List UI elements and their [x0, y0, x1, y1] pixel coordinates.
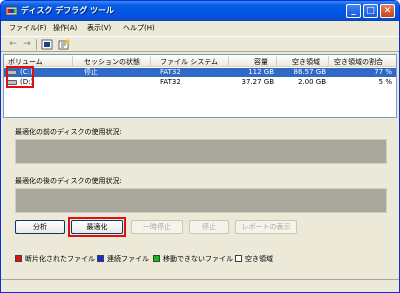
- unmovable-swatch: [153, 255, 160, 262]
- menu-action[interactable]: 操作(A): [53, 23, 77, 33]
- window-title: ディスク デフラグ ツール: [21, 6, 115, 15]
- defrag-highlight-box: [68, 217, 126, 237]
- stop-button[interactable]: 停止: [189, 220, 229, 234]
- column-divider[interactable]: [150, 56, 151, 66]
- legend-item-unmovable: 移動できないファイル: [153, 254, 233, 264]
- volume-free-percent: 5 %: [378, 78, 392, 86]
- menu-file[interactable]: ファイル(F): [9, 23, 47, 33]
- column-session-status[interactable]: セッションの状態: [84, 57, 140, 67]
- legend-item-contiguous: 連続ファイル: [97, 254, 149, 264]
- forward-arrow-icon[interactable]: →: [21, 39, 33, 50]
- column-divider[interactable]: [72, 56, 73, 66]
- volume-list-header: ボリューム セッションの状態 ファイル システム 容量 空き領域 空き領域の割合: [4, 55, 396, 67]
- minimize-button[interactable]: _: [346, 4, 361, 18]
- back-arrow-icon[interactable]: ←: [7, 39, 19, 50]
- legend: 断片化されたファイル 連続ファイル 移動できないファイル 空き領域: [15, 254, 385, 264]
- help-icon[interactable]: [58, 39, 70, 50]
- usage-after-bar: [15, 188, 387, 213]
- status-bar: [1, 279, 399, 292]
- volume-list[interactable]: ボリューム セッションの状態 ファイル システム 容量 空き領域 空き領域の割合…: [3, 54, 397, 118]
- volume-row-c[interactable]: (C:) 停止 FAT32 112 GB 86.57 GB 77 %: [4, 68, 396, 77]
- volume-free-percent: 77 %: [374, 68, 392, 76]
- column-divider[interactable]: [228, 56, 229, 66]
- maximize-button[interactable]: □: [363, 4, 378, 18]
- volume-status: 停止: [84, 68, 98, 76]
- usage-before-bar: [15, 139, 387, 164]
- defrag-app-icon: [5, 6, 18, 16]
- close-icon: ✕: [383, 6, 392, 16]
- column-divider[interactable]: [328, 56, 329, 66]
- column-divider[interactable]: [276, 56, 277, 66]
- legend-item-fragmented: 断片化されたファイル: [15, 254, 95, 264]
- volume-free: 86.57 GB: [293, 68, 327, 76]
- volume-row-d[interactable]: (D:) FAT32 37.27 GB 2.00 GB 5 %: [4, 78, 396, 87]
- fragmented-swatch: [15, 255, 22, 262]
- properties-icon[interactable]: [41, 39, 53, 50]
- legend-item-free: 空き領域: [235, 254, 273, 264]
- volume-fs: FAT32: [160, 68, 181, 76]
- volume-free: 2.00 GB: [297, 78, 326, 86]
- pause-button[interactable]: 一時停止: [131, 220, 183, 234]
- usage-after-label: 最適化の後のディスクの使用状況:: [15, 177, 122, 185]
- usage-before-label: 最適化の前のディスクの使用状況:: [15, 128, 122, 136]
- column-capacity[interactable]: 容量: [254, 57, 268, 67]
- defrag-window: ディスク デフラグ ツール _ □ ✕ ファイル(F) 操作(A) 表示(V) …: [0, 0, 400, 293]
- contiguous-swatch: [97, 255, 104, 262]
- free-swatch: [235, 255, 242, 262]
- analyze-button[interactable]: 分析: [15, 220, 65, 234]
- title-bar[interactable]: ディスク デフラグ ツール _ □ ✕: [1, 1, 399, 21]
- close-button[interactable]: ✕: [380, 4, 395, 18]
- menu-help[interactable]: ヘルプ(H): [123, 23, 155, 33]
- minimize-icon: _: [351, 6, 356, 16]
- column-file-system[interactable]: ファイル システム: [160, 57, 218, 67]
- toolbar-separator: [36, 39, 37, 50]
- volume-highlight-box: [6, 66, 34, 88]
- menu-bar: ファイル(F) 操作(A) 表示(V) ヘルプ(H): [1, 21, 399, 35]
- maximize-icon: □: [366, 6, 375, 16]
- column-free-percent[interactable]: 空き領域の割合: [334, 57, 383, 67]
- volume-capacity: 37.27 GB: [241, 78, 275, 86]
- volume-capacity: 112 GB: [248, 68, 274, 76]
- toolbar: ← →: [1, 36, 399, 52]
- report-button[interactable]: レポートの表示: [235, 220, 297, 234]
- menu-view[interactable]: 表示(V): [87, 23, 111, 33]
- volume-fs: FAT32: [160, 78, 181, 86]
- column-free-space[interactable]: 空き領域: [292, 57, 320, 67]
